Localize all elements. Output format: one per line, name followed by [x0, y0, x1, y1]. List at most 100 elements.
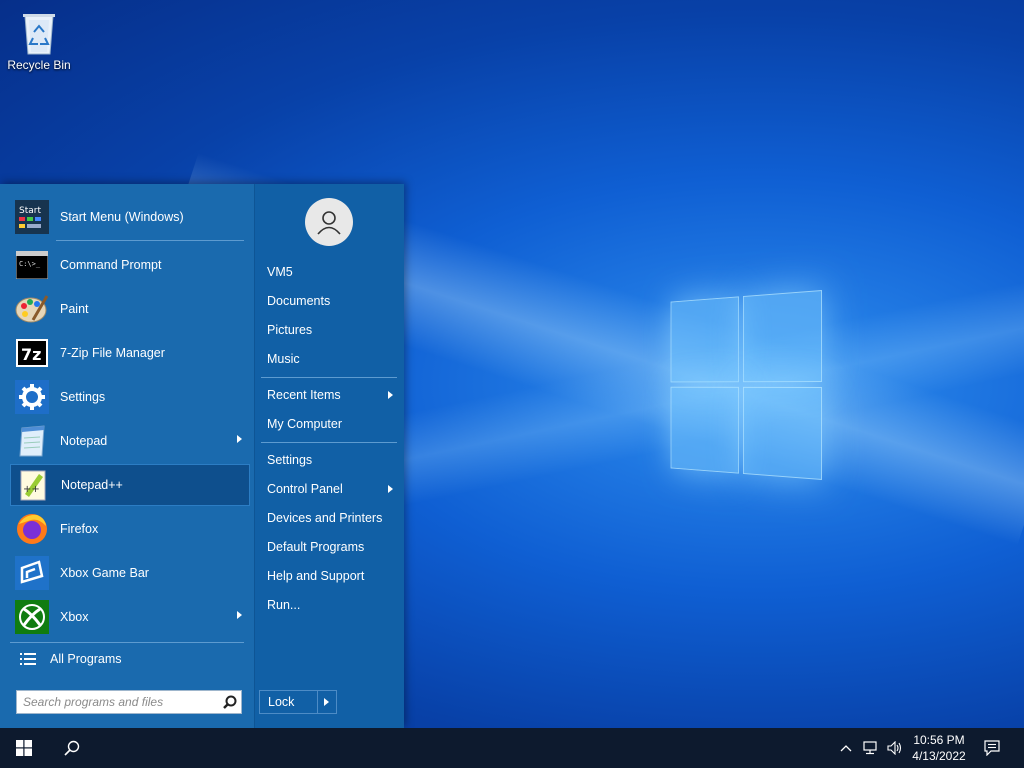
program-command-prompt[interactable]: C:\>_ Command Prompt — [10, 244, 250, 286]
program-xbox[interactable]: Xbox — [10, 596, 250, 638]
recycle-bin-label: Recycle Bin — [7, 58, 71, 72]
user-avatar[interactable] — [305, 198, 353, 246]
divider — [10, 642, 244, 643]
start-button[interactable] — [0, 728, 48, 768]
place-default-programs[interactable]: Default Programs — [261, 535, 397, 559]
show-hidden-icons-button[interactable] — [836, 728, 856, 768]
start-menu-programs-pane: Start Start Menu (Windows) C:\>_ Command… — [0, 184, 254, 728]
program-settings[interactable]: Settings — [10, 376, 250, 418]
place-label: VM5 — [267, 265, 293, 279]
program-7zip[interactable]: 7z 7-Zip File Manager — [10, 332, 250, 374]
place-label: Run... — [267, 598, 301, 612]
place-label: Documents — [267, 294, 331, 308]
place-label: Recent Items — [267, 388, 341, 402]
user-icon — [317, 211, 341, 235]
all-programs-label: All Programs — [50, 652, 122, 666]
lock-button-group: Lock — [259, 690, 337, 714]
program-label: 7-Zip File Manager — [60, 346, 165, 360]
svg-text:++: ++ — [23, 484, 40, 495]
submenu-arrow-icon — [237, 435, 242, 443]
xbox-game-bar-icon — [14, 555, 50, 591]
7zip-icon: 7z — [14, 335, 50, 371]
place-label: Default Programs — [267, 540, 365, 554]
windows-logo-icon — [16, 740, 32, 756]
gear-icon — [14, 379, 50, 415]
place-run[interactable]: Run... — [261, 593, 397, 617]
start-menu-icon: Start — [14, 199, 50, 235]
clock-date: 4/13/2022 — [912, 749, 966, 763]
place-label: My Computer — [267, 417, 343, 431]
divider — [261, 442, 397, 443]
wallpaper-windows-logo — [670, 290, 822, 480]
search-input[interactable] — [17, 691, 219, 713]
desktop-icon-recycle-bin[interactable]: Recycle Bin — [6, 6, 72, 72]
place-my-computer[interactable]: My Computer — [261, 412, 397, 436]
taskbar: 10:56 PM 4/13/2022 — [0, 728, 1024, 768]
search-box[interactable] — [16, 690, 242, 714]
program-label: Start Menu (Windows) — [60, 210, 184, 224]
place-pictures[interactable]: Pictures — [261, 318, 397, 342]
divider — [261, 377, 397, 378]
program-firefox[interactable]: Firefox — [10, 508, 250, 550]
place-label: Pictures — [267, 323, 313, 337]
place-settings[interactable]: Settings — [261, 448, 397, 472]
submenu-arrow-icon — [388, 485, 393, 493]
divider — [56, 240, 244, 241]
place-user-folder[interactable]: VM5 — [261, 260, 397, 284]
place-label: Devices and Printers — [267, 511, 383, 525]
submenu-arrow-icon — [237, 611, 242, 619]
place-label: Music — [267, 352, 300, 366]
all-programs-button[interactable]: All Programs — [10, 646, 250, 672]
svg-text:7z: 7z — [21, 345, 41, 364]
firefox-icon — [14, 511, 50, 547]
program-start-menu-windows[interactable]: Start Start Menu (Windows) — [10, 196, 250, 238]
place-recent-items[interactable]: Recent Items — [261, 383, 397, 407]
search-icon — [64, 740, 80, 756]
list-icon — [20, 653, 36, 665]
program-paint[interactable]: Paint — [10, 288, 250, 330]
program-label: Paint — [60, 302, 89, 316]
place-devices-printers[interactable]: Devices and Printers — [261, 506, 397, 530]
place-documents[interactable]: Documents — [261, 289, 397, 313]
place-label: Help and Support — [267, 569, 365, 583]
clock-time: 10:56 PM — [913, 733, 965, 747]
program-label: Xbox — [60, 610, 89, 624]
submenu-arrow-icon — [388, 391, 393, 399]
network-tray-button[interactable] — [860, 728, 882, 768]
volume-tray-button[interactable] — [884, 728, 906, 768]
clock[interactable]: 10:56 PM 4/13/2022 — [904, 732, 974, 764]
power-options-arrow-button[interactable] — [316, 691, 336, 713]
program-label: Firefox — [60, 522, 99, 536]
notepad-icon — [14, 423, 50, 459]
program-notepad-plus-plus[interactable]: ++ Notepad++ — [10, 464, 250, 506]
xbox-icon — [14, 599, 50, 635]
chevron-up-icon — [840, 745, 852, 752]
search-icon[interactable] — [219, 691, 241, 713]
program-label: Command Prompt — [60, 258, 162, 272]
taskbar-search-button[interactable] — [48, 728, 96, 768]
network-icon — [863, 741, 877, 755]
start-menu-places-pane: VM5 Documents Pictures Music Recent Item… — [254, 184, 404, 728]
place-help-support[interactable]: Help and Support — [261, 564, 397, 588]
program-label: Notepad — [60, 434, 108, 448]
action-center-button[interactable] — [980, 728, 1004, 768]
paint-icon — [14, 291, 50, 327]
lock-button[interactable]: Lock — [260, 695, 317, 709]
place-control-panel[interactable]: Control Panel — [261, 477, 397, 501]
program-label: Xbox Game Bar — [60, 566, 149, 580]
program-label: Settings — [60, 390, 106, 404]
program-label: Notepad++ — [61, 478, 123, 492]
command-prompt-icon: C:\>_ — [14, 247, 50, 283]
place-music[interactable]: Music — [261, 347, 397, 371]
notepad-plus-plus-icon: ++ — [15, 467, 51, 503]
notifications-icon — [984, 740, 1000, 756]
place-label: Control Panel — [267, 482, 343, 496]
place-label: Settings — [267, 453, 313, 467]
recycle-bin-icon — [23, 14, 55, 55]
speaker-icon — [887, 741, 902, 755]
program-notepad[interactable]: Notepad — [10, 420, 250, 462]
svg-text:C:\>_: C:\>_ — [19, 260, 41, 268]
svg-text:Start: Start — [19, 206, 41, 216]
program-xbox-game-bar[interactable]: Xbox Game Bar — [10, 552, 250, 594]
start-menu: Start Start Menu (Windows) C:\>_ Command… — [0, 184, 404, 728]
